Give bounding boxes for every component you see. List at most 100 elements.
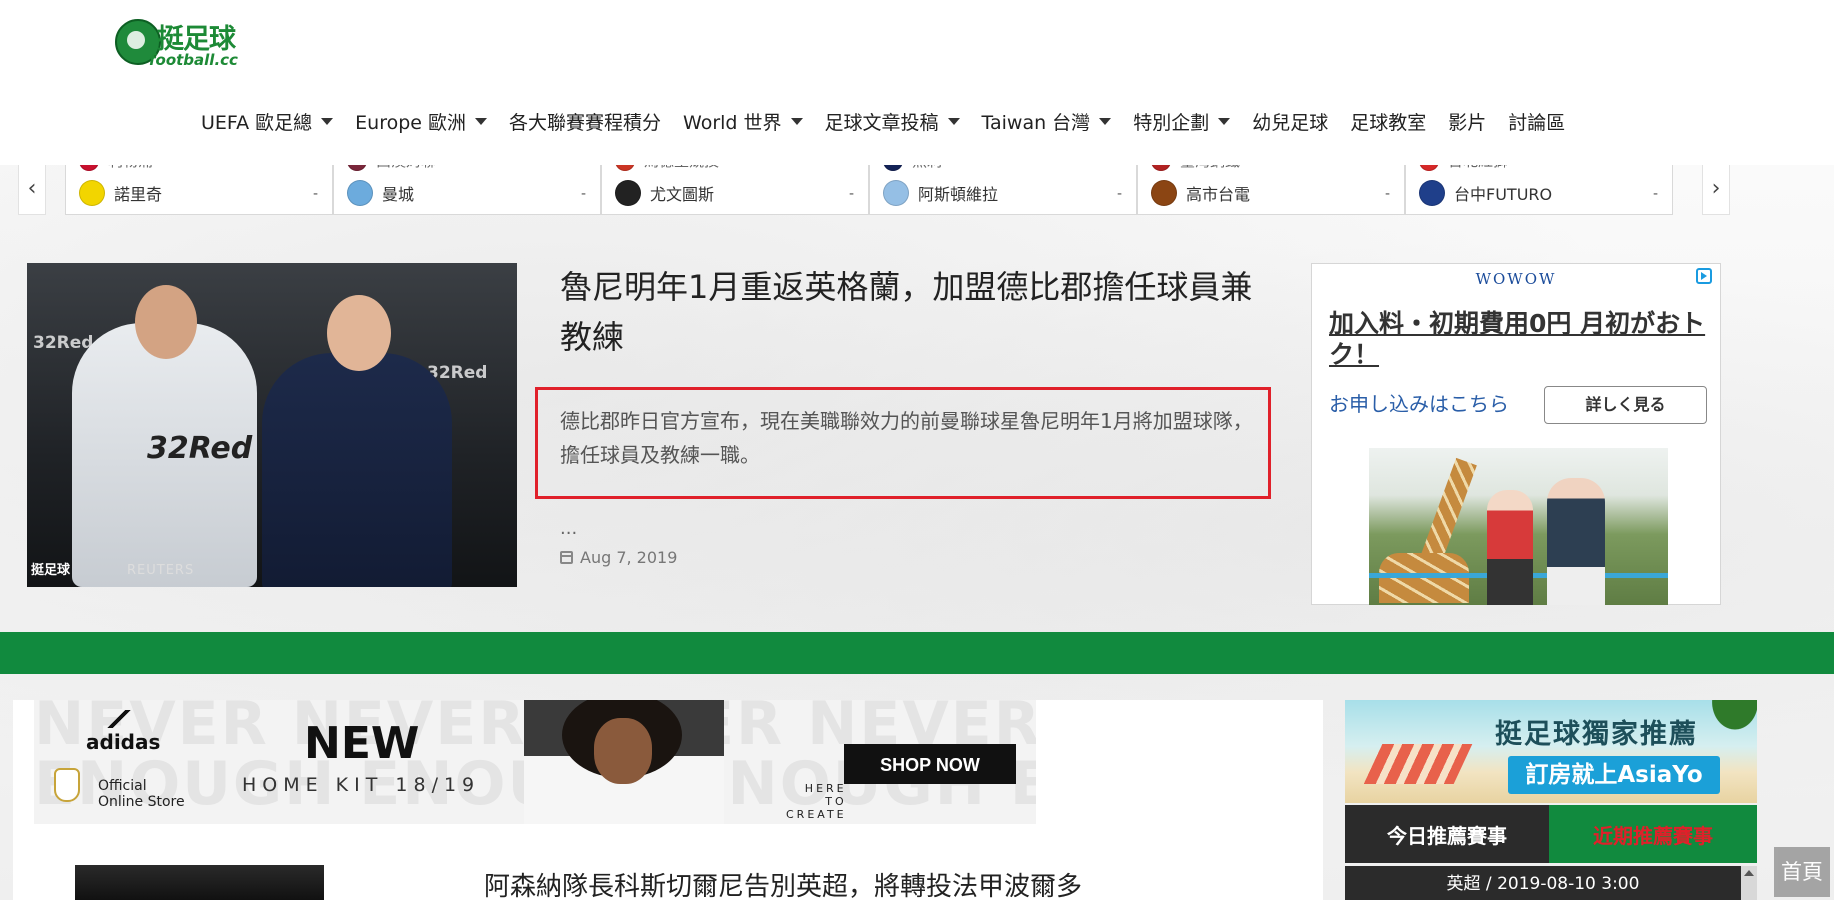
nav-item-label: 討論區 bbox=[1508, 112, 1566, 134]
article-title[interactable]: 阿森納隊長科斯切爾尼告別英超，將轉投法甲波爾多 bbox=[484, 866, 1082, 903]
nav-item-label: Europe 歐洲 bbox=[355, 112, 466, 134]
adidas-banner-ad[interactable]: NEVER NEVER NEVER NEVER NEVERENOUGH ENOU… bbox=[34, 700, 1036, 824]
match-score: - bbox=[312, 186, 318, 202]
team-away: 台中FUTURO bbox=[1419, 180, 1552, 206]
team-crest-icon bbox=[615, 180, 641, 206]
feature-article-image[interactable]: 32Red 32Red 32Red 32Red 挺足球 REUTERS bbox=[27, 263, 517, 587]
nav-item[interactable]: 各大聯賽賽程積分 bbox=[498, 108, 672, 135]
ad-image[interactable] bbox=[1369, 448, 1668, 605]
real-madrid-crest-icon bbox=[54, 768, 80, 802]
team-crest-icon bbox=[1151, 180, 1177, 206]
ad-subtext[interactable]: お申し込みはこちら bbox=[1329, 388, 1509, 417]
caret-down-icon bbox=[321, 118, 334, 125]
shirt-sponsor-logo: 32Red bbox=[147, 431, 253, 466]
palm-tree bbox=[1695, 700, 1757, 750]
match-score: - bbox=[1652, 186, 1658, 202]
photo-person-right bbox=[262, 353, 452, 587]
calendar-icon bbox=[560, 551, 573, 564]
adidas-wordmark: adidas bbox=[86, 730, 161, 754]
image-watermark: 挺足球 bbox=[31, 563, 71, 578]
banner-slogan: HERE TO CREATE bbox=[786, 782, 847, 821]
adidas-logo: adidas bbox=[86, 710, 161, 754]
banner-subline: 訂房就上AsiaYo bbox=[1508, 756, 1720, 794]
adchoices-icon[interactable] bbox=[1696, 268, 1712, 284]
home-button[interactable]: 首頁 bbox=[1774, 847, 1830, 897]
ad-headline[interactable]: 加入料・初期費用0円 月初がおトク！ bbox=[1329, 308, 1709, 370]
feature-article-excerpt: 德比郡昨日官方宣布，現在美職聯效力的前曼聯球星魯尼明年1月將加盟球隊，擔任球員及… bbox=[560, 409, 1253, 467]
team-away: 尤文圖斯 bbox=[615, 180, 714, 206]
feature-article-title[interactable]: 魯尼明年1月重返英格蘭，加盟德比郡擔任球員兼教練 bbox=[560, 262, 1260, 362]
slogan-line: HERE bbox=[804, 782, 847, 795]
nav-item-label: 影片 bbox=[1448, 112, 1487, 134]
caret-down-icon bbox=[790, 118, 803, 125]
ad-person-left bbox=[1487, 490, 1533, 605]
nav-item[interactable]: Europe 歐洲 bbox=[344, 108, 498, 135]
team-name: 台中FUTURO bbox=[1454, 185, 1553, 204]
team-away: 阿斯頓維拉 bbox=[883, 180, 998, 206]
main-navigation: UEFA 歐足總 Europe 歐洲 各大聯賽賽程積分 World 世界 足球文章投稿 T… bbox=[190, 108, 1576, 135]
nav-item-label: Taiwan 台灣 bbox=[981, 112, 1091, 134]
nav-item[interactable]: Taiwan 台灣 bbox=[971, 108, 1123, 135]
match-info-row[interactable]: 英超 / 2019-08-10 3:00 bbox=[1345, 866, 1741, 900]
store-label-line: Online Store bbox=[98, 794, 185, 810]
match-score: - bbox=[580, 186, 586, 202]
photo-person-left-head bbox=[135, 285, 197, 359]
match-card[interactable]: 臺灣鋼鐵高市台電- bbox=[1137, 162, 1405, 215]
tab-recent-matches[interactable]: 近期推薦賽事 bbox=[1549, 805, 1757, 863]
ad-details-button[interactable]: 詳しく見る bbox=[1544, 386, 1707, 424]
match-card[interactable]: 熱刺阿斯頓維拉- bbox=[869, 162, 1137, 215]
slogan-line: CREATE bbox=[786, 808, 847, 821]
player-face bbox=[594, 718, 652, 784]
tab-today-matches[interactable]: 今日推薦賽事 bbox=[1345, 805, 1549, 863]
nav-item-label: 幼兒足球 bbox=[1252, 112, 1329, 134]
match-card[interactable]: 利物浦諾里奇- bbox=[65, 162, 333, 215]
article-thumbnail[interactable] bbox=[75, 865, 324, 900]
adidas-stripes-icon bbox=[106, 710, 136, 728]
team-name: 尤文圖斯 bbox=[650, 185, 715, 204]
strip-next-arrow-icon[interactable]: › bbox=[1702, 162, 1730, 215]
team-crest-icon bbox=[883, 180, 909, 206]
nav-item[interactable]: World 世界 bbox=[672, 108, 814, 135]
asiayo-banner-ad[interactable]: 挺足球獨家推薦 訂房就上AsiaYo bbox=[1345, 700, 1757, 803]
caret-down-icon bbox=[475, 118, 487, 125]
match-card[interactable]: 西漢姆聯曼城- bbox=[333, 162, 601, 215]
sidebar-scrollbar[interactable] bbox=[1741, 866, 1757, 900]
team-name: 阿斯頓維拉 bbox=[918, 185, 999, 204]
excerpt-ellipsis: ... bbox=[560, 518, 578, 539]
nav-item-label: 各大聯賽賽程積分 bbox=[509, 112, 662, 134]
nav-item[interactable]: 討論區 bbox=[1497, 108, 1576, 135]
team-away: 高市台電 bbox=[1151, 180, 1250, 206]
team-name: 諾里奇 bbox=[114, 185, 163, 204]
store-label-line: Official bbox=[98, 778, 147, 794]
nav-item[interactable]: 特別企劃 bbox=[1122, 108, 1241, 135]
nav-item[interactable]: 影片 bbox=[1437, 108, 1497, 135]
match-card[interactable]: 台北紅獅台中FUTURO- bbox=[1405, 162, 1673, 215]
match-score: - bbox=[1116, 186, 1122, 202]
nav-item-label: 特別企劃 bbox=[1133, 112, 1210, 134]
team-crest-icon bbox=[347, 180, 373, 206]
photo-person-right-head bbox=[327, 295, 391, 371]
shop-now-button[interactable]: SHOP NOW bbox=[844, 744, 1016, 784]
nav-item[interactable]: 足球教室 bbox=[1339, 108, 1437, 135]
banner-new-text: NEW bbox=[304, 718, 420, 769]
team-away: 曼城 bbox=[347, 180, 414, 206]
date-text: Aug 7, 2019 bbox=[580, 548, 678, 567]
caret-down-icon bbox=[947, 118, 960, 125]
match-card[interactable]: 馬德里競技尤文圖斯- bbox=[601, 162, 869, 215]
site-logo[interactable]: 挺足球 football.cc bbox=[113, 13, 258, 69]
wowow-ad[interactable]: WOWOW 加入料・初期費用0円 月初がおトク！ お申し込みはこちら 詳しく見る bbox=[1311, 263, 1721, 605]
strip-prev-arrow-icon[interactable]: ‹ bbox=[18, 162, 46, 215]
giraffe-body bbox=[1379, 553, 1469, 603]
banner-kit-text: HOME KIT 18/19 bbox=[242, 774, 481, 796]
nav-item[interactable]: 足球文章投稿 bbox=[814, 108, 971, 135]
nav-item[interactable]: UEFA 歐足總 bbox=[190, 108, 344, 135]
match-score: - bbox=[1384, 186, 1390, 202]
team-name: 高市台電 bbox=[1186, 185, 1251, 204]
backdrop-sponsor-text: 32Red bbox=[33, 333, 94, 353]
nav-item-label: World 世界 bbox=[683, 112, 782, 134]
ad-person-right bbox=[1547, 478, 1605, 605]
nav-item[interactable]: 幼兒足球 bbox=[1241, 108, 1339, 135]
team-name: 曼城 bbox=[382, 185, 415, 204]
logo-english-text: football.cc bbox=[149, 51, 238, 69]
team-crest-icon bbox=[1419, 180, 1445, 206]
